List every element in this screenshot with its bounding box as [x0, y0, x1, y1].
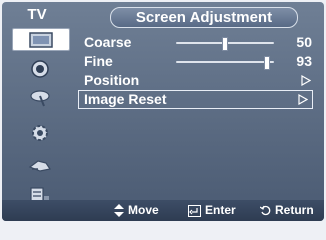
footer-move: Move	[114, 203, 159, 218]
settings-panel: Coarse 50 Fine 93 Position Image Reset	[76, 28, 320, 198]
position-arrow-icon	[301, 75, 311, 86]
fine-value: 93	[296, 53, 312, 69]
position-label: Position	[84, 72, 140, 88]
footer-enter-label: Enter	[205, 203, 236, 217]
sidebar-item-setup[interactable]	[12, 122, 68, 143]
move-updown-icon	[114, 204, 124, 217]
picture-icon	[29, 31, 53, 48]
setup-icon	[32, 124, 48, 141]
coarse-slider[interactable]	[176, 37, 274, 51]
fine-slider[interactable]	[176, 56, 274, 70]
input-icon	[28, 159, 51, 172]
sidebar-item-channel[interactable]	[12, 86, 68, 107]
sound-icon	[31, 59, 49, 78]
sidebar-item-input[interactable]	[12, 154, 68, 175]
screen-title: Screen Adjustment	[110, 7, 298, 28]
image-reset-label: Image Reset	[84, 91, 167, 107]
sidebar	[8, 26, 72, 203]
footer-enter: Enter	[188, 203, 236, 218]
footer-return-label: Return	[275, 203, 314, 217]
setting-fine[interactable]: Fine 93	[76, 53, 320, 70]
sidebar-item-sound[interactable]	[12, 58, 68, 79]
footer-move-label: Move	[128, 203, 159, 217]
coarse-value: 50	[296, 34, 312, 50]
sidebar-item-picture[interactable]	[12, 28, 70, 51]
enter-icon	[188, 204, 201, 217]
image-reset-arrow-icon	[298, 94, 308, 105]
fine-slider-thumb[interactable]	[264, 56, 271, 70]
footer-return: Return	[260, 203, 314, 218]
menu-title: TV	[27, 6, 47, 23]
setting-coarse[interactable]: Coarse 50	[76, 34, 320, 51]
osd-window: TV Screen Adjustment Coarse 50 Fine 93 P…	[2, 2, 324, 221]
return-icon	[260, 205, 271, 216]
coarse-slider-thumb[interactable]	[222, 37, 228, 51]
channel-icon	[30, 89, 50, 106]
footer-bar: Move Enter Return	[2, 200, 324, 221]
setting-image-reset[interactable]: Image Reset	[78, 90, 313, 109]
fine-label: Fine	[84, 53, 113, 69]
coarse-label: Coarse	[84, 34, 132, 50]
setting-position[interactable]: Position	[76, 72, 320, 89]
